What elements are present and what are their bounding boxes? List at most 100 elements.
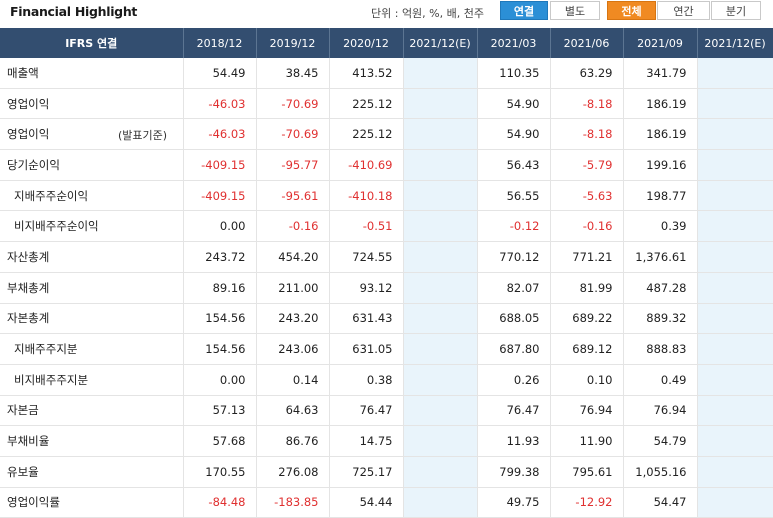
value-cell: -0.51 xyxy=(329,210,404,243)
column-header-period: 2021/03 xyxy=(477,28,551,58)
value-cell: 86.76 xyxy=(256,425,330,457)
value-cell xyxy=(403,58,478,89)
quarterly-button[interactable]: 분기 xyxy=(711,1,761,20)
row-label-cell: 부채총계 xyxy=(0,272,184,304)
value-cell xyxy=(403,487,478,518)
row-label: 매출액 xyxy=(7,65,39,80)
row-label: 자산총계 xyxy=(7,249,50,264)
value-cell: 413.52 xyxy=(329,58,404,89)
row-label-cell: 비지배주주지분 xyxy=(0,364,184,396)
row-label: 자본총계 xyxy=(7,311,50,326)
value-cell: 211.00 xyxy=(256,272,330,304)
value-cell: 799.38 xyxy=(477,456,551,488)
value-cell: 14.75 xyxy=(329,425,404,457)
table-row: 부채총계 89.16 211.00 93.12 82.07 81.99 487.28 xyxy=(0,272,773,304)
value-cell: 54.49 xyxy=(183,58,257,89)
table-row: 지배주주순이익 -409.15 -95.61 -410.18 56.55 -5.63 198… xyxy=(0,180,773,212)
value-cell: 225.12 xyxy=(329,88,404,120)
value-cell: 154.56 xyxy=(183,333,257,365)
value-cell xyxy=(403,456,478,488)
value-cell: 225.12 xyxy=(329,118,404,151)
value-cell: 63.29 xyxy=(550,58,624,89)
value-cell xyxy=(697,333,773,365)
separate-button[interactable]: 별도 xyxy=(550,1,600,20)
table-row: 비지배주주지분 0.00 0.14 0.38 0.26 0.10 0.49 xyxy=(0,364,773,396)
value-cell: 186.19 xyxy=(623,118,698,151)
value-cell: -12.92 xyxy=(550,487,624,518)
value-cell: 82.07 xyxy=(477,272,551,304)
value-cell xyxy=(697,487,773,518)
row-label-cell: 매출액 xyxy=(0,58,184,89)
row-label-cell: 지배주주지분 xyxy=(0,333,184,365)
value-cell xyxy=(697,395,773,427)
value-cell: 631.43 xyxy=(329,303,404,335)
value-cell: 689.12 xyxy=(550,333,624,365)
value-cell: 487.28 xyxy=(623,272,698,304)
value-cell: 0.00 xyxy=(183,364,257,396)
value-cell: 93.12 xyxy=(329,272,404,304)
row-label-cell: 지배주주순이익 xyxy=(0,180,184,212)
value-cell: -5.79 xyxy=(550,149,624,181)
column-header-period: 2021/06 xyxy=(550,28,624,58)
value-cell: 38.45 xyxy=(256,58,330,89)
value-cell: 0.26 xyxy=(477,364,551,396)
row-label-cell: 부채비율 xyxy=(0,425,184,457)
value-cell xyxy=(697,272,773,304)
row-label: 부채총계 xyxy=(7,280,50,295)
row-label: 자본금 xyxy=(7,403,39,418)
value-cell: 0.14 xyxy=(256,364,330,396)
value-cell: 54.90 xyxy=(477,118,551,151)
table-row: 비지배주주순이익 0.00 -0.16 -0.51 -0.12 -0.16 0.39 xyxy=(0,210,773,243)
row-label-cell: 영업이익률 xyxy=(0,487,184,518)
column-header-period: 2021/12(E) xyxy=(697,28,773,58)
row-label-cell: 당기순이익 xyxy=(0,149,184,181)
value-cell: 688.05 xyxy=(477,303,551,335)
value-cell: 689.22 xyxy=(550,303,624,335)
value-cell: 0.49 xyxy=(623,364,698,396)
row-label: 영업이익 xyxy=(7,127,50,142)
all-button[interactable]: 전체 xyxy=(607,1,656,20)
row-label-cell: 유보율 xyxy=(0,456,184,488)
value-cell: 81.99 xyxy=(550,272,624,304)
value-cell: 243.06 xyxy=(256,333,330,365)
value-cell: 54.44 xyxy=(329,487,404,518)
value-cell xyxy=(697,425,773,457)
row-label-cell: 자산총계 xyxy=(0,241,184,273)
value-cell xyxy=(403,364,478,396)
column-header-label: IFRS 연결 xyxy=(0,28,184,58)
consolidated-button[interactable]: 연결 xyxy=(500,1,548,20)
value-cell: 0.38 xyxy=(329,364,404,396)
column-header-period: 2020/12 xyxy=(329,28,404,58)
table-row: 영업이익 -46.03 -70.69 225.12 54.90 -8.18 186.19 xyxy=(0,88,773,120)
value-cell: 54.90 xyxy=(477,88,551,120)
column-header-period: 2018/12 xyxy=(183,28,257,58)
value-cell xyxy=(697,241,773,273)
column-header-period: 2021/09 xyxy=(623,28,698,58)
row-label-note: (발표기준) xyxy=(118,129,168,143)
value-cell: -8.18 xyxy=(550,118,624,151)
annual-button[interactable]: 연간 xyxy=(657,1,710,20)
value-cell: -95.61 xyxy=(256,180,330,212)
value-cell xyxy=(697,303,773,335)
value-cell xyxy=(403,241,478,273)
value-cell xyxy=(403,303,478,335)
row-label: 지배주주지분 xyxy=(14,342,78,357)
table-row: 부채비율 57.68 86.76 14.75 11.93 11.90 54.79 xyxy=(0,425,773,457)
value-cell: 454.20 xyxy=(256,241,330,273)
row-label: 유보율 xyxy=(7,464,39,479)
table-row: 당기순이익 -409.15 -95.77 -410.69 56.43 -5.79 199.1… xyxy=(0,149,773,181)
row-label: 당기순이익 xyxy=(7,157,60,172)
value-cell xyxy=(697,364,773,396)
value-cell xyxy=(403,333,478,365)
row-label: 지배주주순이익 xyxy=(14,188,89,203)
value-cell: 54.47 xyxy=(623,487,698,518)
value-cell xyxy=(697,58,773,89)
table-row: 영업이익률 -84.48 -183.85 54.44 49.75 -12.92 54.47 xyxy=(0,487,773,518)
value-cell: -410.69 xyxy=(329,149,404,181)
value-cell: 76.47 xyxy=(477,395,551,427)
value-cell: 198.77 xyxy=(623,180,698,212)
column-header-period: 2019/12 xyxy=(256,28,330,58)
value-cell xyxy=(403,210,478,243)
section-title: Financial Highlight xyxy=(10,4,138,19)
financial-highlight-table: IFRS 연결 2018/12 2019/12 2020/12 2021/12(E) 20… xyxy=(0,28,773,518)
